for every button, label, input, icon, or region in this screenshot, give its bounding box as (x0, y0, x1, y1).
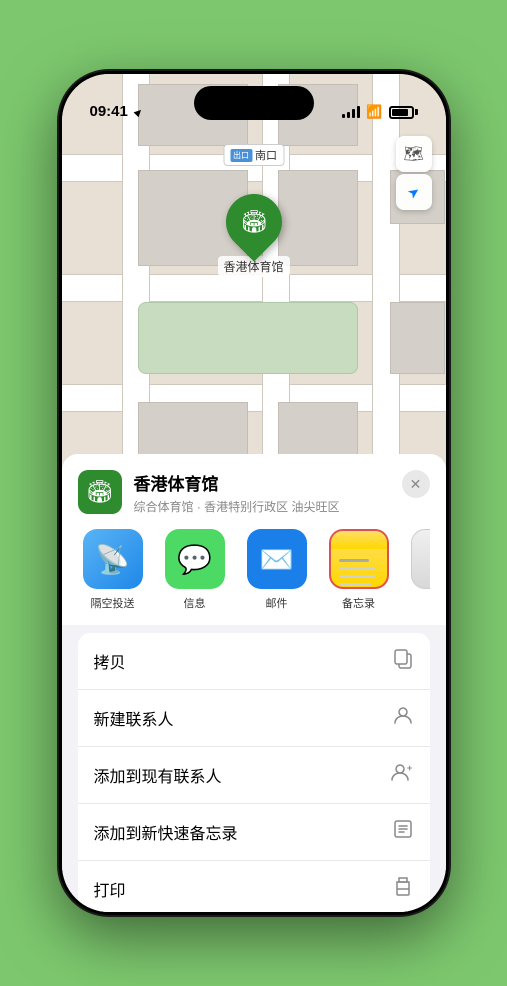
bottom-sheet: 🏟 香港体育馆 综合体育馆 · 香港特别行政区 油尖旺区 ✕ (62, 454, 446, 912)
venue-card: 🏟 香港体育馆 综合体育馆 · 香港特别行政区 油尖旺区 ✕ (62, 454, 446, 625)
share-more[interactable]: 提 (406, 529, 430, 611)
notes-label: 备忘录 (342, 595, 375, 611)
new-contact-label: 新建联系人 (94, 706, 174, 730)
mail-label: 邮件 (266, 595, 288, 611)
location-button[interactable]: ➤ (396, 174, 432, 210)
copy-label: 拷贝 (94, 649, 126, 673)
map-type-button[interactable]: 🗺 (396, 136, 432, 172)
messages-label: 信息 (184, 595, 206, 611)
action-new-contact[interactable]: 新建联系人 (78, 690, 430, 747)
new-contact-icon (392, 704, 414, 732)
print-label: 打印 (94, 877, 126, 901)
action-list: 拷贝 新建联系人 (78, 633, 430, 912)
add-notes-label: 添加到新快速备忘录 (94, 820, 238, 844)
map-type-icon: 🗺 (403, 144, 423, 164)
airdrop-label: 隔空投送 (91, 595, 135, 611)
print-icon (392, 875, 414, 903)
pin-venue-icon: 🏟 (240, 209, 268, 235)
airdrop-icon: 📡 (95, 543, 130, 576)
action-print[interactable]: 打印 (78, 861, 430, 912)
time-display: 09:41 (90, 103, 128, 120)
venue-name: 香港体育馆 (134, 470, 402, 495)
signal-bars (342, 106, 360, 118)
action-add-notes[interactable]: 添加到新快速备忘录 (78, 804, 430, 861)
venue-info: 香港体育馆 综合体育馆 · 香港特别行政区 油尖旺区 (134, 470, 402, 515)
phone-frame: 09:41 ▲ 📶 (59, 71, 449, 915)
share-airdrop[interactable]: 📡 隔空投送 (78, 529, 148, 611)
battery-icon (389, 106, 418, 119)
add-existing-icon: + (390, 761, 414, 789)
status-time: 09:41 ▲ (90, 103, 145, 120)
wifi-icon: 📶 (366, 104, 382, 120)
map-label-icon: 出口 (230, 149, 252, 162)
add-existing-label: 添加到现有联系人 (94, 763, 222, 787)
dynamic-island (194, 86, 314, 120)
share-notes[interactable]: 备忘录 (324, 529, 394, 611)
messages-icon: 💬 (177, 543, 212, 576)
venue-icon: 🏟 (78, 470, 122, 514)
venue-subtitle: 综合体育馆 · 香港特别行政区 油尖旺区 (134, 498, 402, 515)
location-pin: 🏟 香港体育馆 (217, 194, 289, 277)
share-row: 📡 隔空投送 💬 信息 ✉️ (78, 529, 430, 625)
status-icons: 📶 (342, 104, 417, 120)
venue-header: 🏟 香港体育馆 综合体育馆 · 香港特别行政区 油尖旺区 ✕ (78, 470, 430, 515)
add-notes-icon (392, 818, 414, 846)
venue-close-button[interactable]: ✕ (402, 470, 430, 498)
share-mail[interactable]: ✉️ 邮件 (242, 529, 312, 611)
action-copy[interactable]: 拷贝 (78, 633, 430, 690)
map-label-text: 南口 (255, 147, 277, 163)
map-background: 出口 南口 🏟 香港体育馆 🗺 ➤ (62, 74, 446, 514)
action-add-existing[interactable]: 添加到现有联系人 + (78, 747, 430, 804)
location-icon: ➤ (404, 182, 423, 203)
mail-icon: ✉️ (259, 543, 294, 576)
copy-icon (392, 647, 414, 675)
close-icon: ✕ (410, 476, 422, 493)
svg-text:+: + (407, 763, 412, 773)
share-messages[interactable]: 💬 信息 (160, 529, 230, 611)
map-controls: 🗺 ➤ (396, 136, 432, 210)
location-arrow-icon: ▲ (130, 102, 148, 120)
map-label: 出口 南口 (223, 144, 284, 166)
